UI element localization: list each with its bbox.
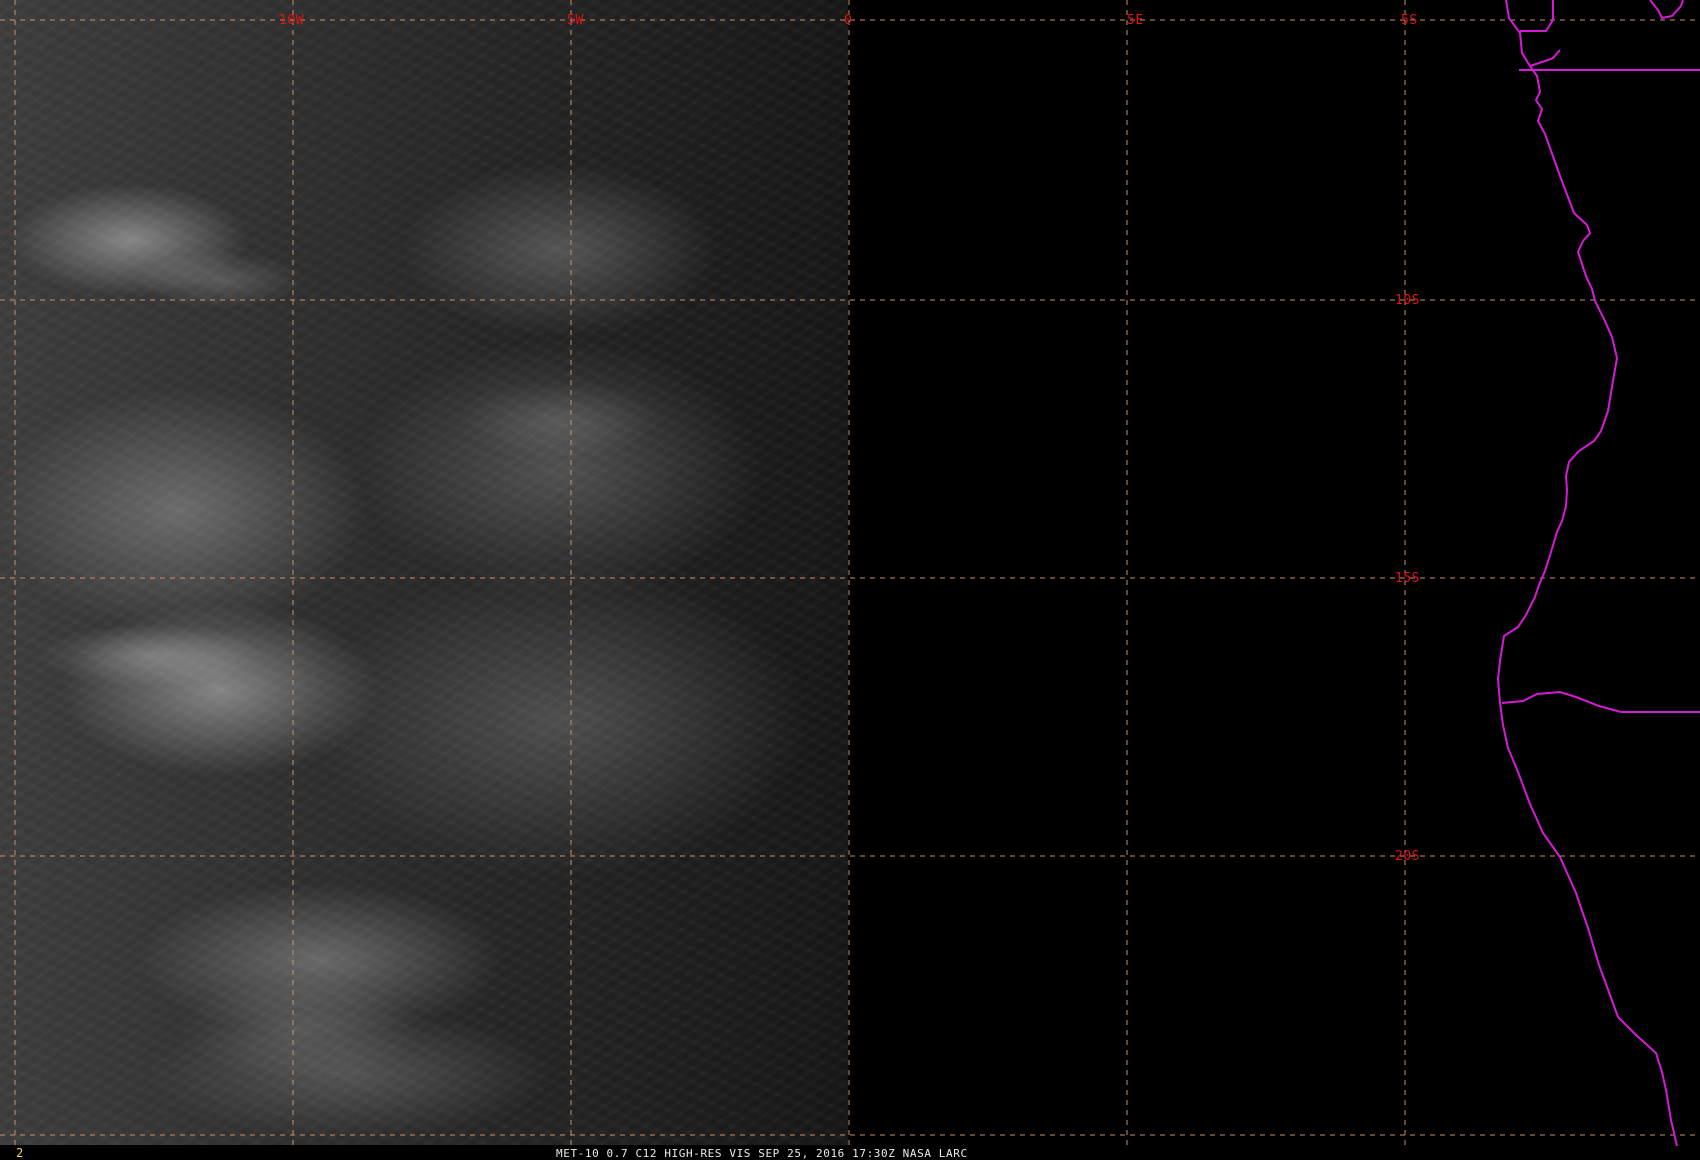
image-caption-text: MET-10 0.7 C12 HIGH-RES VIS SEP 25, 2016… bbox=[556, 1147, 968, 1160]
latitude-label-15s: 15S bbox=[1395, 571, 1420, 586]
longitude-label-5e: 5E bbox=[1127, 13, 1144, 28]
image-caption: 2 MET-10 0.7 C12 HIGH-RES VIS SEP 25, 20… bbox=[16, 1146, 968, 1160]
northern-border-box bbox=[1529, 49, 1561, 67]
frame-number: 2 bbox=[16, 1146, 23, 1160]
satellite-map-viewer: 10W 5W 0 5E 5S 10S 15S 20S 2 MET-10 0.7 … bbox=[0, 0, 1700, 1160]
northern-border-east bbox=[1649, 0, 1684, 20]
coastline-and-borders bbox=[1496, 0, 1700, 1147]
visible-satellite-imagery bbox=[0, 0, 848, 1145]
coastline-line bbox=[1496, 0, 1678, 1147]
latitude-label-10s: 10S bbox=[1395, 293, 1420, 308]
namibia-angola-border bbox=[1501, 690, 1700, 713]
latitude-label-5s: 5S bbox=[1401, 13, 1418, 28]
northern-border-small bbox=[1520, 0, 1554, 32]
latitude-label-20s: 20S bbox=[1395, 849, 1420, 864]
